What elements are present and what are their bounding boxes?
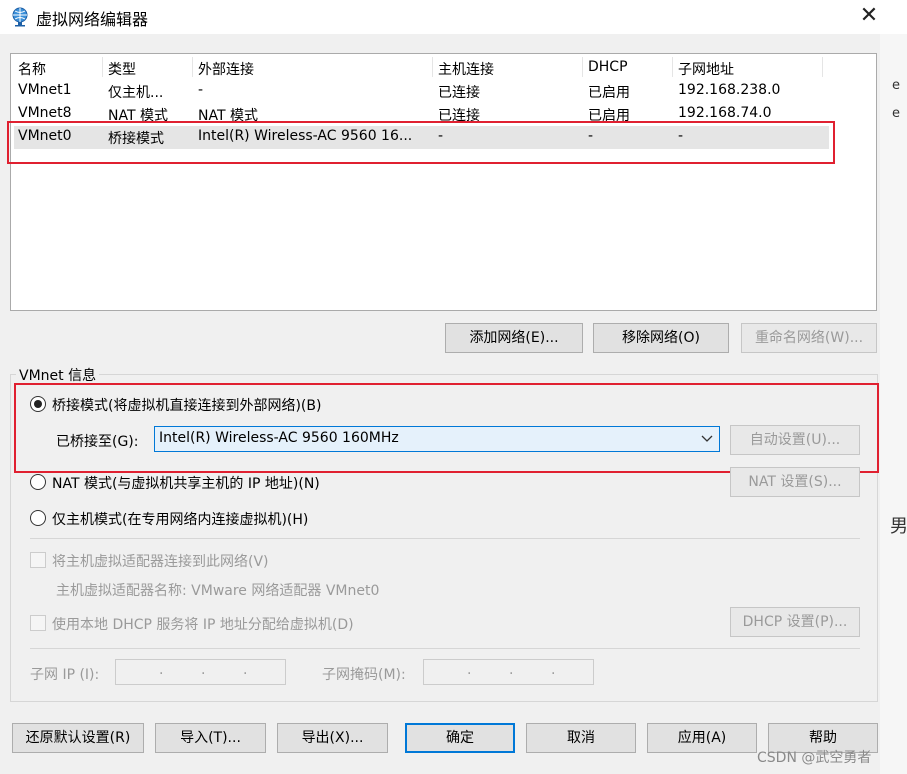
divider (30, 648, 860, 649)
highlight-box-bridged (14, 383, 879, 473)
add-network-button[interactable]: 添加网络(E)... (445, 323, 583, 353)
dhcp-settings-button[interactable]: DHCP 设置(P)... (730, 607, 860, 637)
column-header-host[interactable]: 主机连接 (438, 59, 494, 79)
subnet-mask-input[interactable]: ... (423, 659, 594, 685)
hostonly-mode-radio[interactable] (30, 510, 46, 526)
table-row[interactable]: VMnet1 仅主机... - 已连接 已启用 192.168.238.0 (14, 80, 829, 103)
remove-network-button[interactable]: 移除网络(O) (593, 323, 729, 353)
highlight-box-row (7, 121, 835, 164)
divider (30, 538, 860, 539)
rename-network-button[interactable]: 重命名网络(W)... (741, 323, 877, 353)
apply-button[interactable]: 应用(A) (647, 723, 757, 753)
dhcp-checkbox[interactable] (30, 615, 46, 631)
vmnet-info-title: VMnet 信息 (16, 365, 100, 385)
close-button[interactable]: ✕ (852, 2, 886, 30)
adapter-name-label: 主机虚拟适配器名称: VMware 网络适配器 VMnet0 (56, 583, 380, 599)
background-text: e (892, 106, 900, 121)
subnet-ip-label: 子网 IP (I): (30, 667, 100, 683)
background-window: e e 男 (880, 34, 907, 774)
nat-mode-radio[interactable] (30, 474, 46, 490)
connect-adapter-label[interactable]: 将主机虚拟适配器连接到此网络(V) (52, 551, 269, 571)
connect-adapter-checkbox[interactable] (30, 552, 46, 568)
column-header-subnet[interactable]: 子网地址 (678, 59, 734, 79)
globe-network-icon (12, 7, 28, 27)
subnet-ip-input[interactable]: ... (115, 659, 286, 685)
column-header-external[interactable]: 外部连接 (198, 59, 254, 79)
column-header-type[interactable]: 类型 (108, 59, 136, 79)
cancel-button[interactable]: 取消 (526, 723, 636, 753)
dhcp-label[interactable]: 使用本地 DHCP 服务将 IP 地址分配给虚拟机(D) (52, 614, 354, 634)
window-title: 虚拟网络编辑器 (36, 10, 149, 29)
ok-button[interactable]: 确定 (405, 723, 515, 753)
import-button[interactable]: 导入(T)... (155, 723, 266, 753)
background-text: e (892, 78, 900, 93)
network-list[interactable]: 名称 类型 外部连接 主机连接 DHCP 子网地址 VMnet1 仅主机... … (10, 53, 877, 311)
hostonly-mode-label[interactable]: 仅主机模式(在专用网络内连接虚拟机)(H) (52, 509, 308, 529)
watermark: CSDN @武空勇者 (757, 750, 872, 766)
export-button[interactable]: 导出(X)... (277, 723, 388, 753)
nat-mode-label[interactable]: NAT 模式(与虚拟机共享主机的 IP 地址)(N) (52, 473, 320, 493)
nat-settings-button[interactable]: NAT 设置(S)... (730, 467, 860, 497)
background-text: 男 (890, 516, 907, 537)
subnet-mask-label: 子网掩码(M): (322, 667, 406, 683)
column-header-dhcp[interactable]: DHCP (588, 59, 628, 75)
restore-defaults-button[interactable]: 还原默认设置(R) (12, 723, 144, 753)
column-header-name[interactable]: 名称 (18, 59, 46, 79)
